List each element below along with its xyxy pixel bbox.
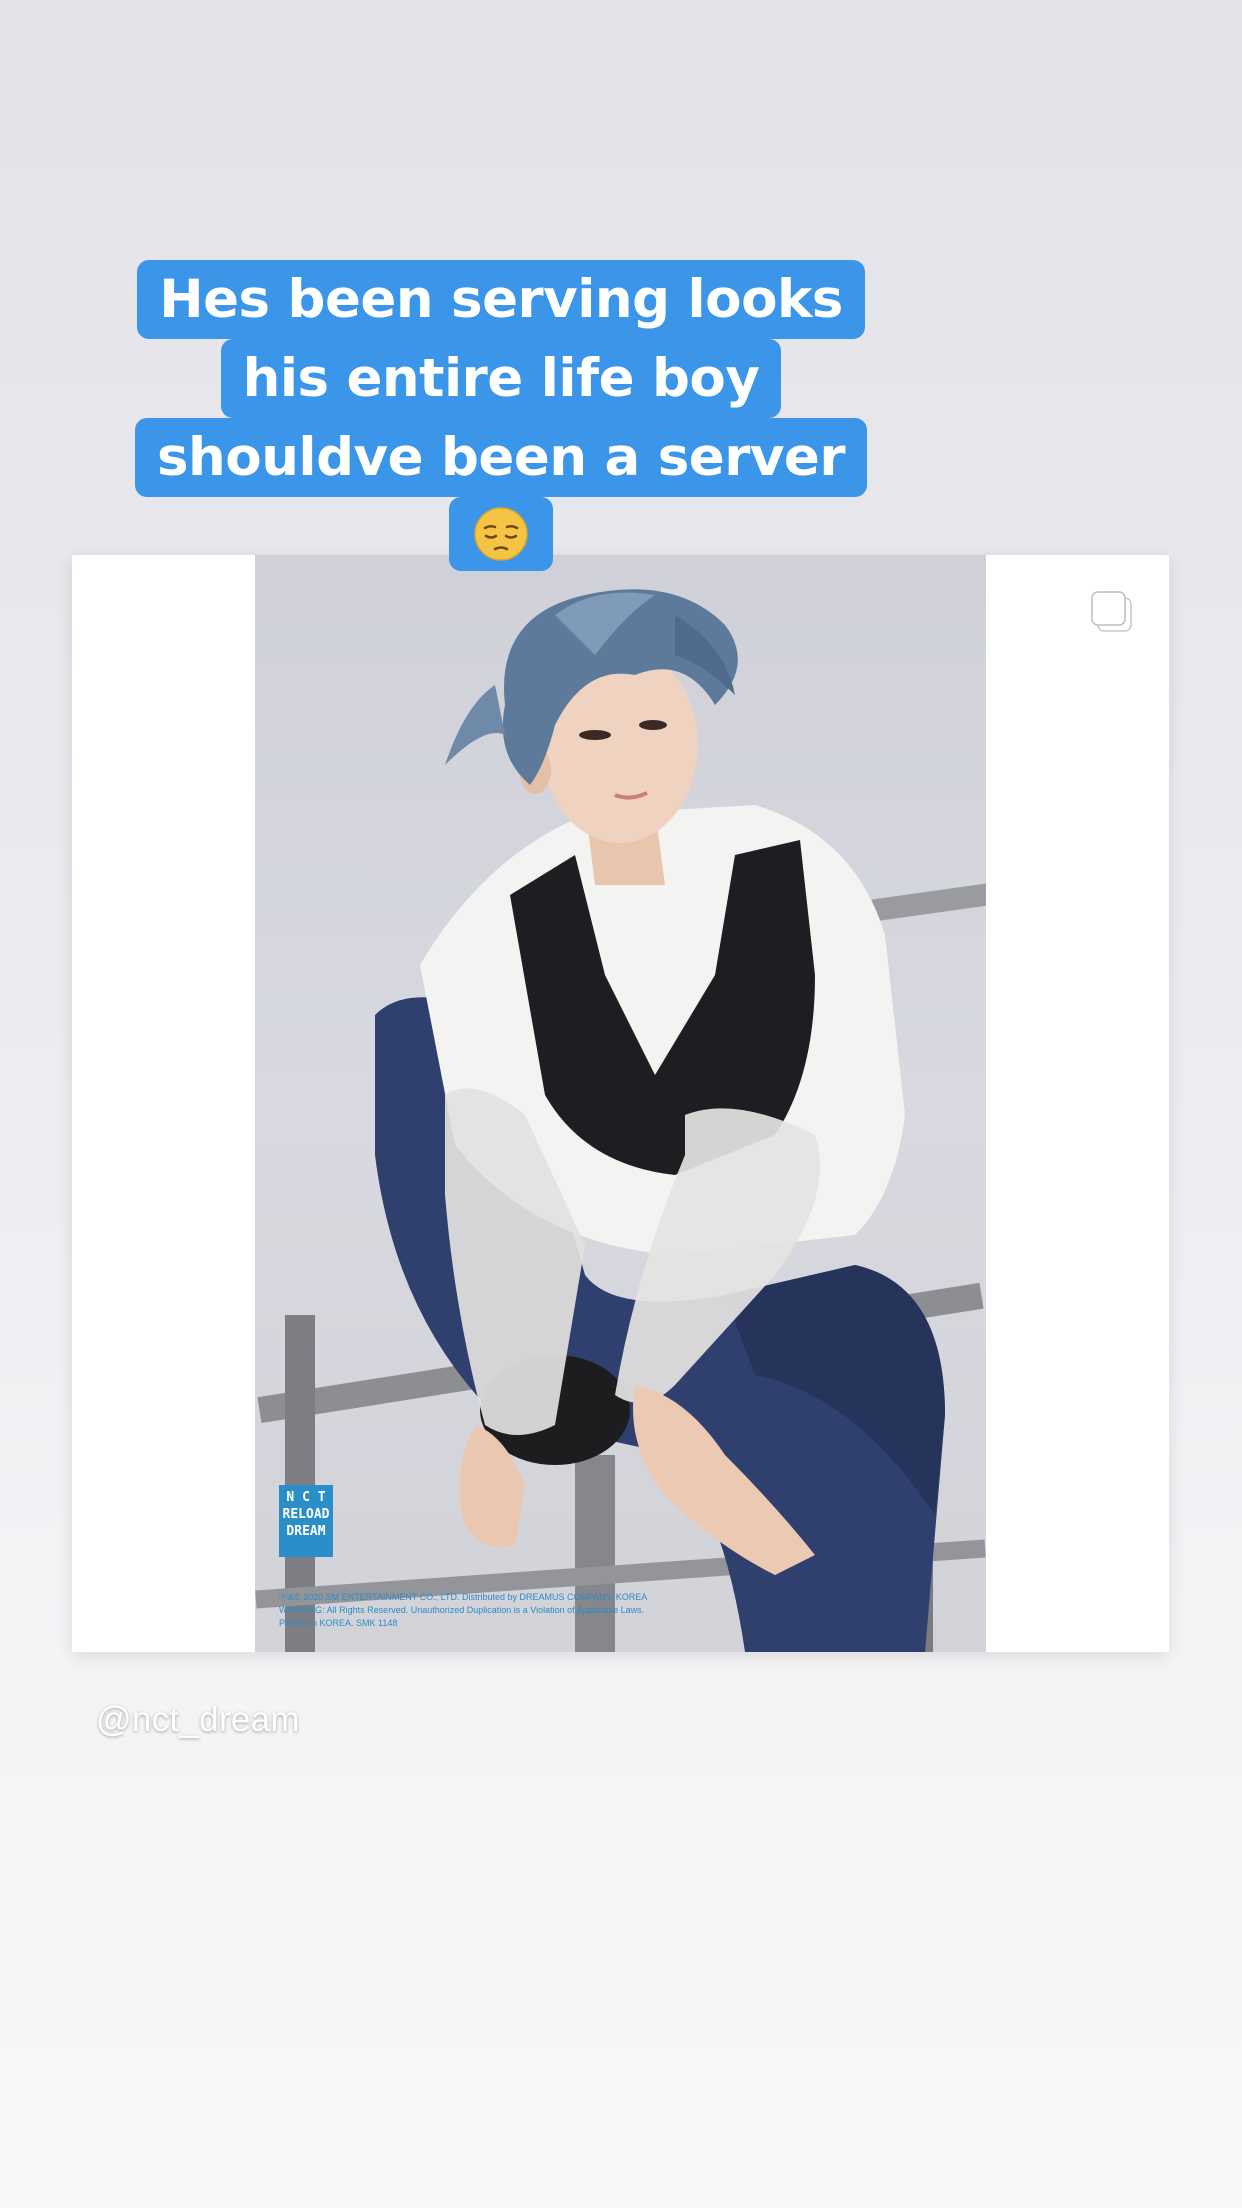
caption-sticker[interactable]: Hes been serving looks his entire life b… (135, 260, 867, 571)
album-logo-line: N C T (286, 1490, 326, 1505)
mention-sticker[interactable]: @nct_dream (96, 1700, 300, 1740)
post-photo[interactable]: N C T RELOAD DREAM ⓟ&© 2020 SM ENTERTAIN… (255, 555, 986, 1652)
caption-line: shouldve been a server (135, 418, 867, 497)
caption-line: his entire life boy (220, 339, 782, 418)
shared-post-card[interactable]: N C T RELOAD DREAM ⓟ&© 2020 SM ENTERTAIN… (72, 555, 1169, 1652)
copyright-text: ⓟ&© 2020 SM ENTERTAINMENT CO., LTD. Dist… (279, 1591, 709, 1630)
album-logo-line: RELOAD (282, 1507, 330, 1522)
pensive-face-icon (474, 507, 528, 561)
copyright-line: Printed in KOREA. SMK 1148 (279, 1618, 398, 1628)
pensive-face-emoji (449, 497, 553, 571)
album-logo-line: DREAM (286, 1524, 326, 1539)
carousel-stack-icon (1091, 591, 1132, 632)
caption-line: Hes been serving looks (137, 260, 865, 339)
copyright-line: WARNING: All Rights Reserved. Unauthoriz… (279, 1605, 645, 1615)
portrait-photo (255, 589, 986, 1652)
album-logo: N C T RELOAD DREAM (279, 1485, 333, 1557)
copyright-line: ⓟ&© 2020 SM ENTERTAINMENT CO., LTD. Dist… (279, 1592, 648, 1602)
story-canvas[interactable]: Hes been serving looks his entire life b… (0, 0, 1242, 2208)
